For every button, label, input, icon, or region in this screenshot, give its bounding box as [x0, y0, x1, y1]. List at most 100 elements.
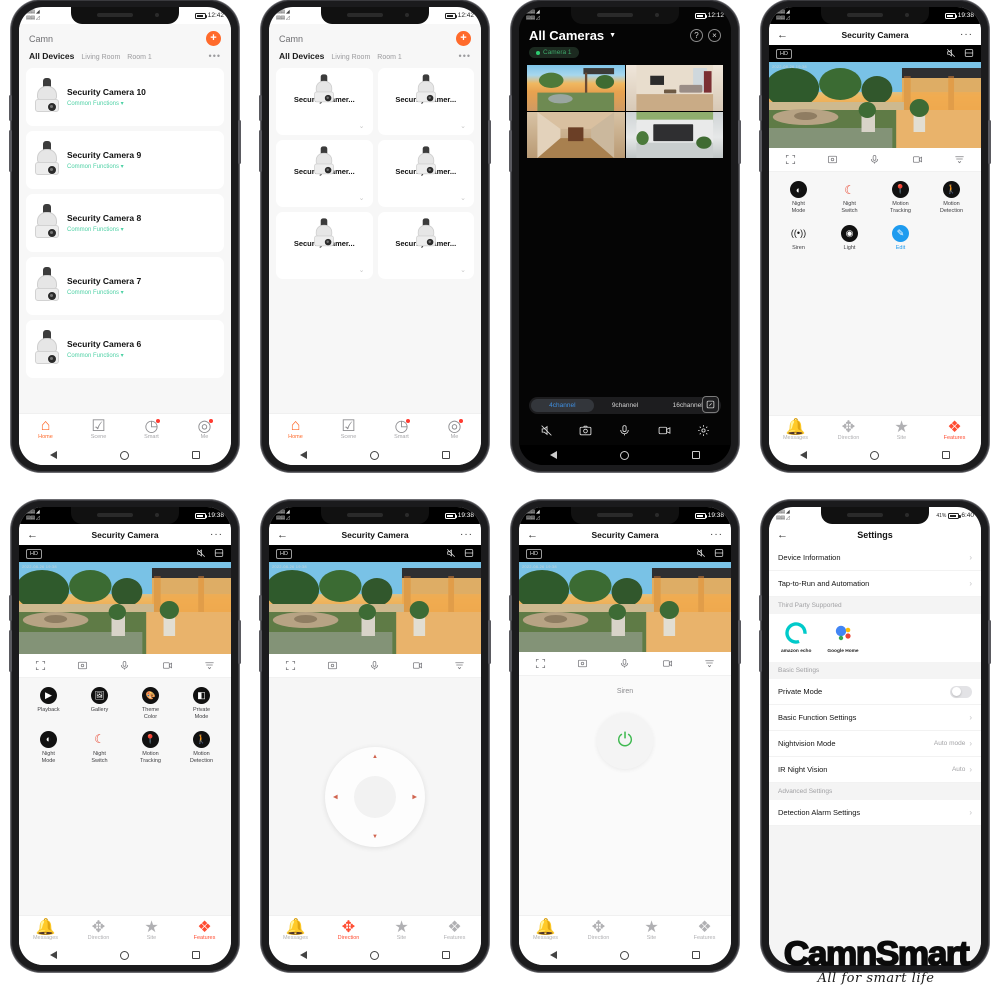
- record-icon[interactable]: [161, 659, 174, 672]
- nav-features[interactable]: ❖ Features: [928, 419, 981, 441]
- nav-me[interactable]: ◎ Me: [428, 418, 481, 440]
- video-player[interactable]: HD 2022-08-26 19:38: [269, 545, 481, 654]
- status-badge[interactable]: Camera 1: [529, 47, 579, 58]
- quality-badge[interactable]: HD: [276, 548, 292, 559]
- device-subtitle[interactable]: Common Functions ▾: [67, 352, 141, 359]
- feature-motion-detection[interactable]: 🚶 Motion Detection: [926, 181, 977, 215]
- more-icon[interactable]: ···: [710, 529, 723, 540]
- help-icon[interactable]: ?: [690, 29, 703, 42]
- more-list-icon[interactable]: [453, 659, 466, 672]
- back-icon[interactable]: [300, 451, 308, 459]
- quality-badge[interactable]: HD: [776, 48, 792, 59]
- more-list-icon[interactable]: [203, 659, 216, 672]
- feature-night-mode[interactable]: ◐ Night Mode: [773, 181, 824, 215]
- split-view-icon[interactable]: [964, 45, 974, 63]
- mute-icon[interactable]: [946, 45, 956, 63]
- more-icon[interactable]: ···: [210, 529, 223, 540]
- video-frame[interactable]: 2022-08-26 19:38: [19, 562, 231, 654]
- fullscreen-icon[interactable]: [284, 659, 297, 672]
- video-frame[interactable]: 2022-08-26 19:38: [269, 562, 481, 654]
- nav-home[interactable]: ⌂ Home: [269, 417, 322, 440]
- feature-night-mode[interactable]: ◐ Night Mode: [23, 730, 74, 765]
- settings-list[interactable]: Device Information › Tap-to-Run and Autom…: [769, 545, 981, 965]
- recents-icon[interactable]: [691, 451, 700, 459]
- home-circle-icon[interactable]: [369, 950, 379, 960]
- tab-room-1[interactable]: Room 1: [377, 54, 402, 61]
- nav-smart[interactable]: ◷ Smart: [375, 418, 428, 440]
- row-tap-to-run[interactable]: Tap-to-Run and Automation ›: [769, 571, 981, 597]
- microphone-icon[interactable]: [868, 153, 881, 166]
- row-nightvision-mode[interactable]: Nightvision Mode Auto mode ›: [769, 731, 981, 757]
- add-device-button[interactable]: +: [456, 31, 471, 46]
- chevron-down-icon[interactable]: ⌄: [460, 194, 466, 202]
- nav-scene[interactable]: ☑ Scene: [72, 418, 125, 440]
- mute-icon[interactable]: [196, 545, 206, 563]
- dpad-left-icon[interactable]: ◀: [333, 793, 338, 800]
- row-ir-night-vision[interactable]: IR Night Vision Auto ›: [769, 757, 981, 783]
- nav-site[interactable]: ★ Site: [625, 919, 678, 941]
- video-player[interactable]: HD 2022-08-26 19:38: [519, 545, 731, 652]
- chevron-down-icon[interactable]: ⌄: [460, 122, 466, 130]
- chevron-down-icon[interactable]: ⌄: [460, 266, 466, 274]
- device-subtitle[interactable]: Common Functions ▾: [67, 289, 141, 296]
- split-view-icon[interactable]: [464, 545, 474, 563]
- feature-playback[interactable]: ▶ Playback: [23, 687, 74, 721]
- back-icon[interactable]: [550, 951, 558, 959]
- siren-power-button[interactable]: ⏻: [597, 713, 653, 769]
- google-home-item[interactable]: Google Home: [827, 620, 859, 654]
- nav-features[interactable]: ❖ Features: [178, 919, 231, 941]
- settings-icon[interactable]: [696, 423, 710, 437]
- snapshot-icon[interactable]: [76, 659, 89, 672]
- nav-direction[interactable]: ✥ Direction: [572, 919, 625, 941]
- feature-edit[interactable]: ✎ Edit: [875, 224, 926, 252]
- grid-item[interactable]: Security Camer... ⌄: [276, 68, 373, 135]
- nav-home[interactable]: ⌂ Home: [19, 417, 72, 440]
- home-circle-icon[interactable]: [369, 450, 379, 460]
- row-device-information[interactable]: Device Information ›: [769, 545, 981, 571]
- amazon-echo-item[interactable]: amazon echo: [781, 620, 811, 654]
- grid-item[interactable]: Security Camer... ⌄: [377, 212, 474, 279]
- tab-living-room[interactable]: Living Room: [331, 54, 370, 61]
- close-icon[interactable]: ×: [708, 29, 721, 42]
- recents-icon[interactable]: [441, 451, 450, 459]
- microphone-icon[interactable]: [618, 423, 632, 437]
- more-list-icon[interactable]: [703, 657, 716, 670]
- feature-light[interactable]: ◉ Light: [824, 224, 875, 252]
- row-detection-alarm-settings[interactable]: Detection Alarm Settings ›: [769, 800, 981, 826]
- nav-messages[interactable]: 🔔 Messages: [269, 919, 322, 941]
- recents-icon[interactable]: [191, 451, 200, 459]
- feature-motion-detection[interactable]: 🚶 Motion Detection: [176, 730, 227, 765]
- chevron-down-icon[interactable]: ▼: [609, 32, 616, 39]
- dpad-right-icon[interactable]: ▶: [412, 793, 417, 800]
- device-subtitle[interactable]: Common Functions ▾: [67, 163, 141, 170]
- grid-item[interactable]: Security Camer... ⌄: [377, 140, 474, 207]
- home-circle-icon[interactable]: [619, 450, 629, 460]
- private-mode-toggle[interactable]: [950, 685, 972, 698]
- video-frame[interactable]: 2022-08-26 19:38: [519, 562, 731, 652]
- feature-private-mode[interactable]: ◧ Private Mode: [176, 687, 227, 721]
- recents-icon[interactable]: [941, 451, 950, 459]
- nav-messages[interactable]: 🔔 Messages: [769, 419, 822, 441]
- expand-icon[interactable]: [702, 396, 719, 413]
- back-icon[interactable]: [550, 451, 558, 459]
- camera-tile-patio[interactable]: [527, 65, 625, 111]
- tab-room-1[interactable]: Room 1: [127, 54, 152, 61]
- feature-night-switch[interactable]: ☾ Night Switch: [74, 731, 125, 765]
- nav-direction[interactable]: ✥ Direction: [72, 919, 125, 941]
- home-circle-icon[interactable]: [119, 950, 129, 960]
- back-icon[interactable]: [50, 951, 58, 959]
- back-icon[interactable]: [50, 451, 58, 459]
- microphone-icon[interactable]: [118, 659, 131, 672]
- back-icon[interactable]: [300, 951, 308, 959]
- row-basic-function-settings[interactable]: Basic Function Settings ›: [769, 705, 981, 731]
- direction-pad[interactable]: ▲ ▼ ◀ ▶: [325, 746, 425, 847]
- video-player[interactable]: HD 2022-08-26 19:38: [19, 545, 231, 654]
- list-item[interactable]: Security Camera 6 Common Functions ▾: [26, 320, 224, 378]
- video-frame[interactable]: 2022-08-26 19:38: [769, 62, 981, 148]
- camera-tile-hallway[interactable]: [527, 112, 625, 158]
- account-selector[interactable]: Camn: [279, 34, 303, 44]
- fullscreen-icon[interactable]: [34, 659, 47, 672]
- fullscreen-icon[interactable]: [784, 153, 797, 166]
- feature-siren[interactable]: ((•)) Siren: [773, 225, 824, 252]
- list-item[interactable]: Security Camera 9 Common Functions ▾: [26, 131, 224, 189]
